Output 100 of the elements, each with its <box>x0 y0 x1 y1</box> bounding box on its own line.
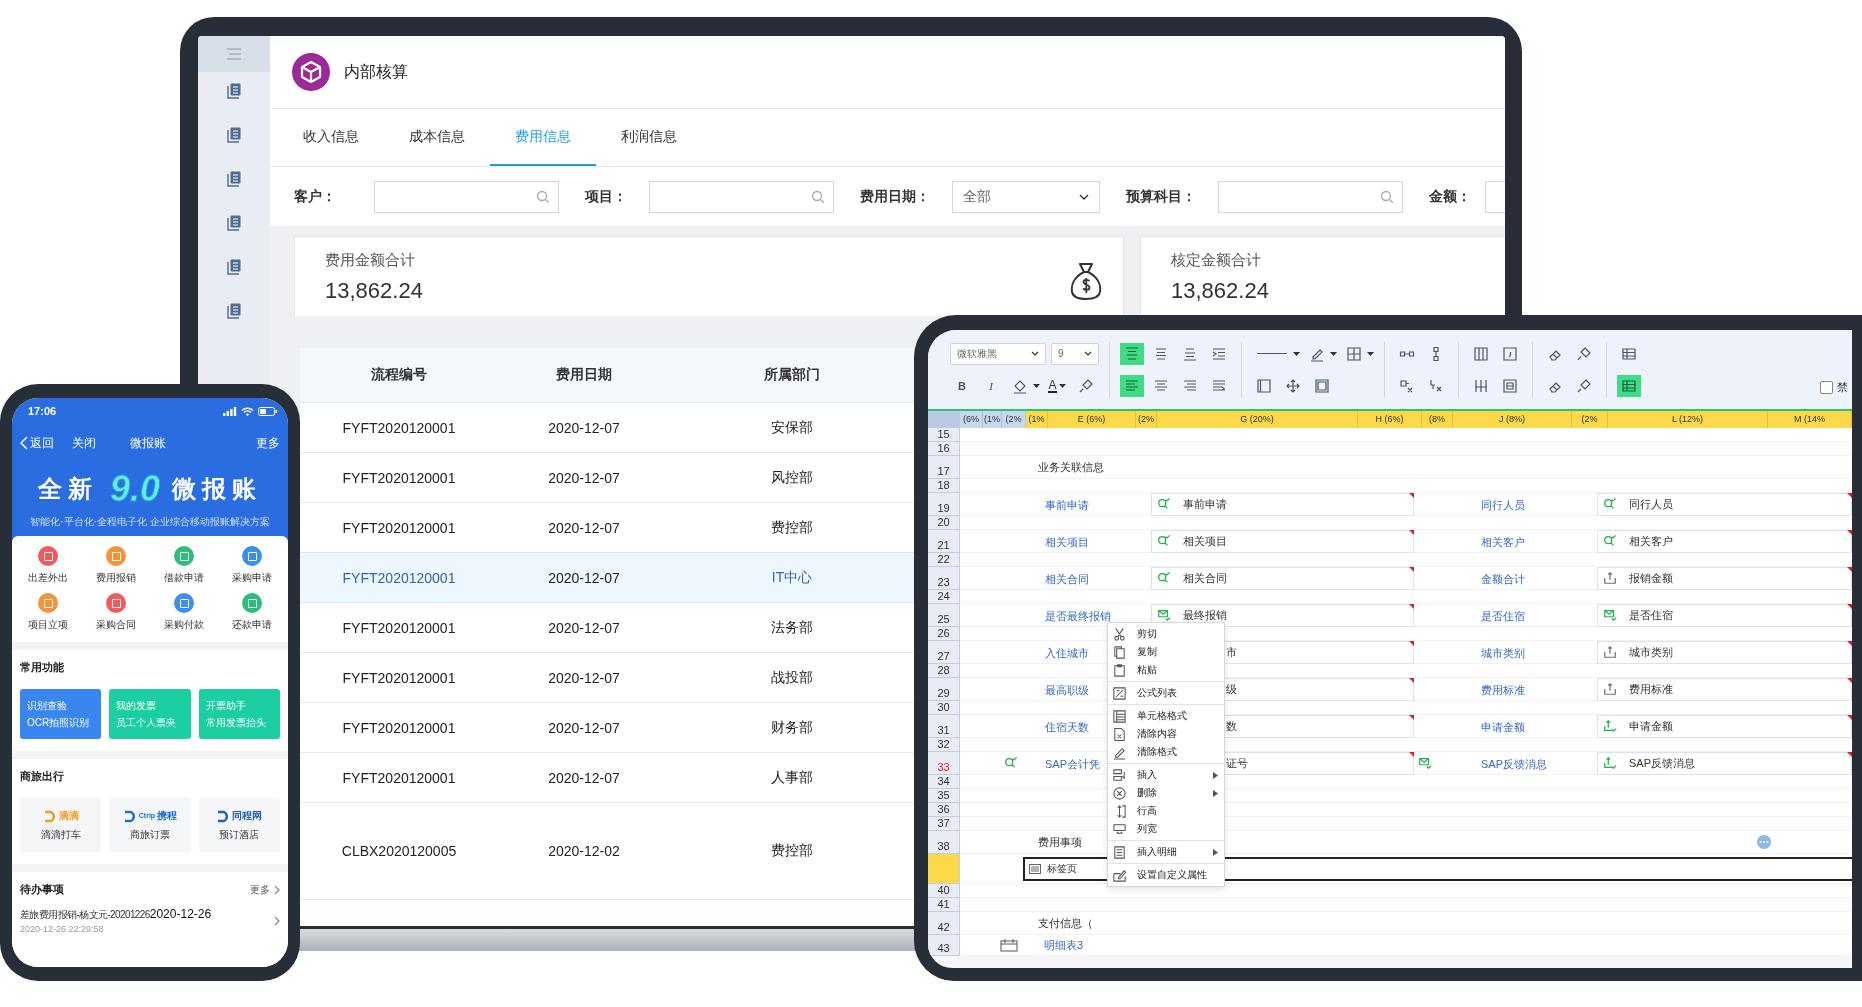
row-number[interactable]: 35 <box>928 789 960 803</box>
more-link[interactable]: 更多 <box>250 882 270 897</box>
app-shortcut[interactable]: 采购付款 <box>150 593 218 632</box>
menu-item[interactable]: 粘贴 <box>1108 661 1224 679</box>
column-header[interactable]: 所属部门 <box>670 366 914 384</box>
row-number[interactable]: 16 <box>928 442 960 456</box>
row-number[interactable]: 21 <box>928 530 960 553</box>
travel-tile[interactable]: 滴滴 滴滴打车 <box>20 798 102 852</box>
form-field[interactable]: 报销金额 <box>1597 566 1852 590</box>
menu-item[interactable]: 行高 <box>1108 802 1224 820</box>
app-shortcut[interactable]: 还款申请 <box>218 593 286 632</box>
search-field[interactable] <box>374 180 559 213</box>
caret-icon[interactable] <box>1367 351 1374 356</box>
row-number[interactable]: 18 <box>928 479 960 493</box>
feature-card[interactable]: 识别查验 OCR拍照识别 <box>20 689 102 739</box>
form-field[interactable]: 相关合同 <box>1151 566 1414 590</box>
row-number[interactable]: 40 <box>928 884 960 898</box>
menu-item[interactable]: 列宽 <box>1108 820 1224 838</box>
form-field[interactable]: 城市类别 <box>1597 640 1852 664</box>
bold-button[interactable]: B <box>950 374 974 397</box>
close-link[interactable]: 关闭 <box>72 434 96 452</box>
row-number[interactable]: 33 <box>928 752 960 775</box>
app-shortcut[interactable]: 借款申请 <box>150 546 218 585</box>
chevron-left-icon[interactable] <box>20 436 28 450</box>
document-icon[interactable] <box>225 302 243 320</box>
checkbox[interactable] <box>1820 381 1833 394</box>
column-header[interactable]: (6% <box>960 411 983 428</box>
font-color-button[interactable]: A <box>1045 374 1069 397</box>
row-number[interactable]: 19 <box>928 493 960 516</box>
detail-table-link[interactable]: 明细表3 <box>1044 937 1084 953</box>
document-icon[interactable] <box>225 258 243 276</box>
row-number[interactable]: 29 <box>928 678 960 701</box>
back-link[interactable]: 返回 <box>30 434 54 452</box>
menu-item[interactable]: 删除 <box>1108 784 1224 802</box>
form-field[interactable]: 事前申请 <box>1151 492 1414 516</box>
row-number[interactable]: 32 <box>928 738 960 752</box>
row-number[interactable]: 20 <box>928 516 960 530</box>
dropdown[interactable]: 微软雅黑 <box>950 342 1046 365</box>
row-number[interactable]: 42 <box>928 912 960 935</box>
tab[interactable]: 成本信息 <box>384 109 490 166</box>
document-icon[interactable] <box>225 82 243 100</box>
row-number[interactable]: 37 <box>928 817 960 831</box>
column-header[interactable]: 费用日期 <box>498 366 670 384</box>
form-field[interactable]: SAP反馈消息 <box>1597 751 1852 775</box>
row-number[interactable]: 38 <box>928 831 960 854</box>
caret-icon[interactable] <box>1330 351 1337 356</box>
tab[interactable]: 收入信息 <box>278 109 384 166</box>
italic-button[interactable]: I <box>979 374 1003 397</box>
app-shortcut[interactable]: 项目立项 <box>14 593 82 632</box>
caret-icon[interactable] <box>1293 351 1300 356</box>
search-field[interactable] <box>649 180 834 213</box>
todo-item[interactable]: 差旅费用报销-杨文元-202012262020-12-26 2020-12-26 22:29:58 <box>20 907 280 934</box>
row-number[interactable]: 28 <box>928 664 960 678</box>
form-field[interactable]: 同行人员 <box>1597 492 1852 516</box>
row-number[interactable]: 34 <box>928 775 960 789</box>
app-shortcut[interactable]: 采购合同 <box>82 593 150 632</box>
table-button[interactable] <box>1617 374 1641 397</box>
row-number[interactable]: 22 <box>928 553 960 567</box>
caret-icon[interactable] <box>1033 383 1040 388</box>
row-number[interactable]: 31 <box>928 715 960 738</box>
chevron-right-icon[interactable] <box>274 884 280 895</box>
form-field[interactable]: 相关客户 <box>1597 529 1852 553</box>
column-header[interactable]: (2% <box>1002 411 1026 428</box>
app-shortcut[interactable]: 费用报销 <box>82 546 150 585</box>
app-shortcut[interactable]: 出差外出 <box>14 546 82 585</box>
form-field[interactable]: 申请金额 <box>1597 714 1852 738</box>
search-field[interactable] <box>1218 180 1403 213</box>
row-number[interactable]: 26 <box>928 627 960 641</box>
menu-item[interactable]: 公式列表 <box>1108 684 1224 702</box>
align-top-button[interactable] <box>1120 342 1144 365</box>
table-row[interactable]: FYFT2020120001 2020-12-07 IT中心 <box>300 553 914 603</box>
app-shortcut[interactable]: 采购申请 <box>218 546 286 585</box>
menu-item[interactable]: 剪切 <box>1108 625 1224 643</box>
row-number[interactable]: 27 <box>928 641 960 664</box>
tab[interactable]: 利润信息 <box>596 109 702 166</box>
form-field[interactable]: 是否住宿 <box>1597 603 1852 627</box>
menu-item[interactable]: 设置自定义属性 <box>1108 866 1224 884</box>
row-number[interactable]: 15 <box>928 428 960 442</box>
document-icon[interactable] <box>225 126 243 144</box>
align-left-button[interactable] <box>1120 374 1144 397</box>
row-number[interactable]: 36 <box>928 803 960 817</box>
form-field[interactable]: 费用标准 <box>1597 677 1852 701</box>
column-header[interactable]: (1% <box>983 411 1002 428</box>
menu-item[interactable]: 插入明细 <box>1108 843 1224 861</box>
row-number[interactable]: 17 <box>928 456 960 479</box>
row-number[interactable]: 30 <box>928 701 960 715</box>
date-dropdown[interactable]: 全部 <box>952 180 1100 213</box>
document-icon[interactable] <box>225 170 243 188</box>
row-number[interactable]: 43 <box>928 935 960 956</box>
row-number[interactable]: 25 <box>928 604 960 627</box>
row-number[interactable]: 24 <box>928 590 960 604</box>
dropdown[interactable]: 9 <box>1051 342 1099 365</box>
more-link[interactable]: 更多 <box>256 434 280 452</box>
row-number[interactable]: 41 <box>928 898 960 912</box>
table-cell-text: 2020-12-07 <box>547 469 621 486</box>
row-number[interactable]: 23 <box>928 567 960 590</box>
document-icon[interactable] <box>225 214 243 232</box>
column-header[interactable]: 流程编号 <box>300 366 498 384</box>
form-field[interactable]: 相关项目 <box>1151 529 1414 553</box>
travel-tile[interactable]: 同程网 预订酒店 <box>198 798 280 852</box>
